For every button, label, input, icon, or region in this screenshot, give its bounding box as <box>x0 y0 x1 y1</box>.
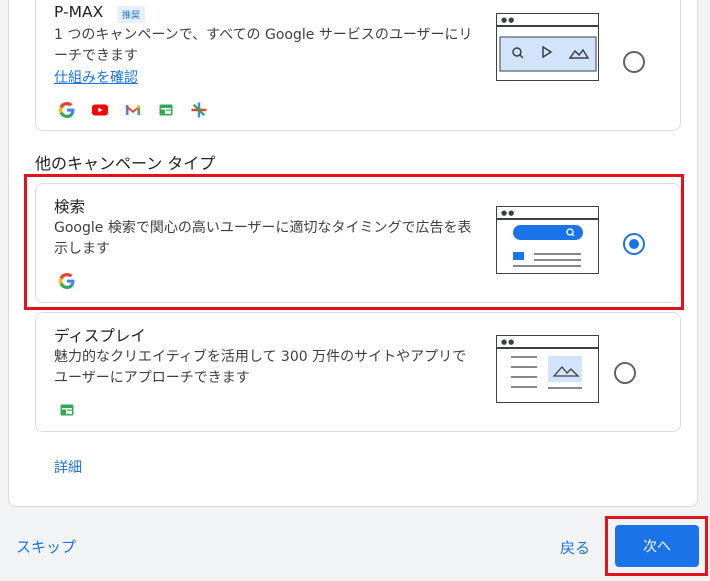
display-radio[interactable] <box>614 362 636 384</box>
youtube-icon <box>91 101 109 119</box>
google-icon <box>58 101 76 119</box>
how-it-works-link[interactable]: 仕組みを確認 <box>54 67 138 87</box>
display-card[interactable]: ディスプレイ 魅力的なクリエイティブを活用して 300 万件のサイトやアプリでユ… <box>35 312 681 432</box>
display-icon <box>157 101 175 119</box>
discover-icon <box>190 101 208 119</box>
skip-link[interactable]: スキップ <box>16 536 76 557</box>
pmax-description: 1 つのキャンペーンで、すべての Google サービスのユーザーにリーチできま… <box>54 27 473 64</box>
search-highlight-box <box>24 174 684 310</box>
display-description: 魅力的なクリエイティブを活用して 300 万件のサイトやアプリでユーザーにアプロ… <box>54 349 467 386</box>
back-button[interactable]: 戻る <box>560 537 590 558</box>
pmax-title: P-MAX <box>54 3 104 21</box>
gmail-icon <box>124 101 142 119</box>
display-title: ディスプレイ <box>54 327 146 345</box>
pmax-radio[interactable] <box>623 51 645 73</box>
other-campaign-types-heading: 他のキャンペーン タイプ <box>35 154 216 173</box>
display-icon <box>58 401 76 419</box>
pmax-card[interactable]: P-MAX 推奨 1 つのキャンペーンで、すべての Google サービスのユー… <box>35 0 681 131</box>
display-icon-row <box>58 401 76 419</box>
pmax-icon-row <box>58 101 208 119</box>
next-button[interactable]: 次へ <box>615 525 699 567</box>
recommended-badge: 推奨 <box>117 6 146 23</box>
details-link[interactable]: 詳細 <box>54 457 82 477</box>
pmax-illustration: ●● <box>496 13 599 81</box>
display-illustration: ●● <box>496 335 599 403</box>
